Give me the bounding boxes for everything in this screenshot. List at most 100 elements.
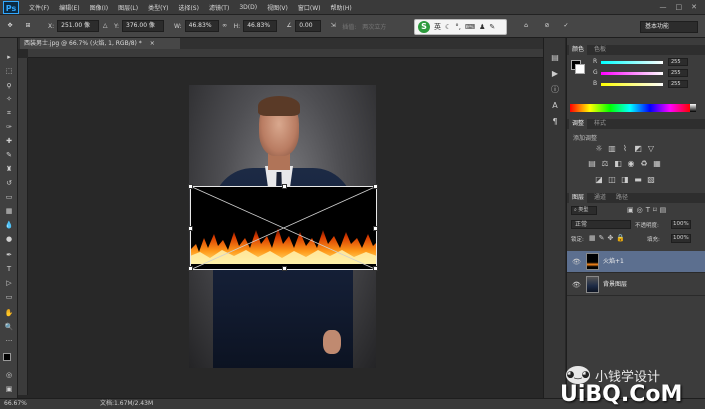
- blend-mode-select[interactable]: 正常: [571, 220, 631, 229]
- menu-edit[interactable]: 编辑(E): [59, 3, 79, 12]
- path-select-icon[interactable]: ▷: [3, 278, 15, 288]
- close-window-button[interactable]: ✕: [691, 3, 697, 11]
- move-tool-icon[interactable]: ▸: [3, 52, 15, 62]
- menu-file[interactable]: 文件(F): [29, 3, 49, 12]
- selective-color-icon[interactable]: ▧: [646, 175, 656, 184]
- tab-layers[interactable]: 图层: [569, 193, 588, 203]
- reference-point-icon[interactable]: ⊞: [22, 20, 34, 32]
- levels-icon[interactable]: ▥: [607, 144, 617, 153]
- brightness-icon[interactable]: ☼: [594, 144, 604, 153]
- ruler-vertical[interactable]: [18, 58, 28, 395]
- tab-swatches[interactable]: 色板: [591, 45, 609, 55]
- magic-wand-tool-icon[interactable]: ✧: [3, 94, 15, 104]
- menu-image[interactable]: 图像(I): [90, 3, 108, 12]
- menu-select[interactable]: 选择(S): [178, 3, 199, 12]
- vibrance-icon[interactable]: ▽: [646, 144, 656, 153]
- color-lookup-icon[interactable]: ▦: [652, 159, 662, 168]
- fill-field[interactable]: 100%: [671, 234, 691, 243]
- quick-mask-icon[interactable]: ◎: [3, 370, 15, 380]
- menu-3d[interactable]: 3D(D): [239, 4, 257, 11]
- punctuation-icon[interactable]: °,: [455, 23, 461, 31]
- handle-middle-left[interactable]: [188, 226, 193, 231]
- y-field[interactable]: 376.00 像: [122, 20, 165, 32]
- blur-tool-icon[interactable]: 💧: [3, 220, 15, 230]
- gradient-map-icon[interactable]: ▬: [633, 175, 643, 184]
- interp-value[interactable]: 两次立方: [362, 22, 386, 31]
- minimize-button[interactable]: —: [660, 3, 667, 11]
- marquee-tool-icon[interactable]: ⬚: [3, 66, 15, 76]
- zoom-tool-icon[interactable]: 🔍: [3, 322, 15, 332]
- gradient-tool-icon[interactable]: ▦: [3, 206, 15, 216]
- dodge-tool-icon[interactable]: ●: [3, 234, 15, 244]
- handle-middle-right[interactable]: [373, 226, 378, 231]
- stamp-tool-icon[interactable]: ♜: [3, 164, 15, 174]
- link-icon[interactable]: ∞: [219, 20, 231, 32]
- free-transform-box[interactable]: [188, 184, 378, 271]
- menu-type[interactable]: 类型(Y): [148, 3, 168, 12]
- r-slider[interactable]: [601, 61, 663, 64]
- brush-tool-icon[interactable]: ✎: [3, 150, 15, 160]
- close-tab-button[interactable]: ×: [150, 40, 155, 47]
- type-tool-icon[interactable]: T: [3, 264, 15, 274]
- angle-field[interactable]: 0.00: [295, 20, 322, 32]
- tab-paths[interactable]: 路径: [613, 193, 631, 203]
- b-value[interactable]: 255: [668, 80, 688, 88]
- shape-tool-icon[interactable]: ▭: [3, 292, 15, 302]
- layer-row-background[interactable]: 👁 背景图层: [567, 274, 705, 296]
- eyedropper-tool-icon[interactable]: ✑: [3, 122, 15, 132]
- menu-help[interactable]: 帮助(H): [331, 3, 352, 12]
- invert-icon[interactable]: ◪: [594, 175, 604, 184]
- warp-icon[interactable]: ⌂: [520, 20, 532, 32]
- menu-filter[interactable]: 滤镜(T): [209, 3, 229, 12]
- tab-channels[interactable]: 通道: [591, 193, 609, 203]
- x-field[interactable]: 251.00 像: [57, 20, 100, 32]
- bg-color-swatch[interactable]: [575, 64, 585, 74]
- b-slider[interactable]: [601, 83, 663, 86]
- pen-tool-icon[interactable]: ✒: [3, 250, 15, 260]
- r-value[interactable]: 255: [668, 58, 688, 66]
- layer-name[interactable]: 火焰+1: [603, 251, 624, 273]
- opacity-field[interactable]: 100%: [671, 220, 691, 229]
- layer-filter-select[interactable]: ⌕ 类型: [571, 206, 597, 215]
- document-tab[interactable]: 西装男士.jpg @ 66.7% (火焰, 1, RGB/8) * ×: [20, 38, 180, 49]
- lasso-tool-icon[interactable]: ϙ: [3, 80, 15, 90]
- exposure-icon[interactable]: ◩: [633, 144, 643, 153]
- tab-adjustments[interactable]: 调整: [569, 119, 588, 129]
- menu-window[interactable]: 窗口(W): [298, 3, 321, 12]
- g-value[interactable]: 255: [668, 69, 688, 77]
- zoom-level[interactable]: 66.67%: [4, 399, 27, 409]
- menu-layer[interactable]: 图层(L): [118, 3, 138, 12]
- layer-filter-icons[interactable]: ▣◎T⌑▤: [627, 206, 669, 214]
- wrench-icon[interactable]: ✎: [489, 23, 495, 31]
- channel-mixer-icon[interactable]: ♻: [639, 159, 649, 168]
- color-spectrum-bar[interactable]: [570, 104, 690, 112]
- posterize-icon[interactable]: ◫: [607, 175, 617, 184]
- tab-color[interactable]: 颜色: [569, 45, 588, 55]
- maximize-button[interactable]: □: [676, 3, 683, 11]
- properties-panel-icon[interactable]: ⓘ: [549, 84, 561, 95]
- handle-bottom-right[interactable]: [373, 266, 378, 271]
- photo-filter-icon[interactable]: ◉: [626, 159, 636, 168]
- handle-top-middle[interactable]: [282, 184, 287, 189]
- character-panel-icon[interactable]: A: [549, 100, 561, 111]
- gray-ramp[interactable]: [690, 104, 696, 112]
- healing-tool-icon[interactable]: ✚: [3, 136, 15, 146]
- ruler-horizontal[interactable]: [28, 49, 543, 58]
- handle-top-right[interactable]: [373, 184, 378, 189]
- skin-icon[interactable]: ♟: [479, 23, 485, 31]
- black-white-icon[interactable]: ◧: [613, 159, 623, 168]
- commit-transform-icon[interactable]: ✓: [560, 20, 572, 32]
- hand-tool-icon[interactable]: ✋: [3, 308, 15, 318]
- handle-bottom-left[interactable]: [188, 266, 193, 271]
- handle-bottom-middle[interactable]: [282, 266, 287, 271]
- eraser-tool-icon[interactable]: ▭: [3, 192, 15, 202]
- actions-panel-icon[interactable]: ▶: [549, 68, 561, 79]
- threshold-icon[interactable]: ◨: [620, 175, 630, 184]
- foreground-color-swatch[interactable]: [3, 353, 11, 361]
- layer-row-fire[interactable]: 👁 火焰+1: [567, 251, 705, 273]
- lock-icons[interactable]: ▦✎✥🔒: [589, 234, 628, 242]
- color-balance-icon[interactable]: ⚖: [600, 159, 610, 168]
- curves-icon[interactable]: ⌇: [620, 144, 630, 153]
- visibility-eye-icon[interactable]: 👁: [572, 274, 581, 296]
- ime-mode[interactable]: 英: [434, 22, 441, 32]
